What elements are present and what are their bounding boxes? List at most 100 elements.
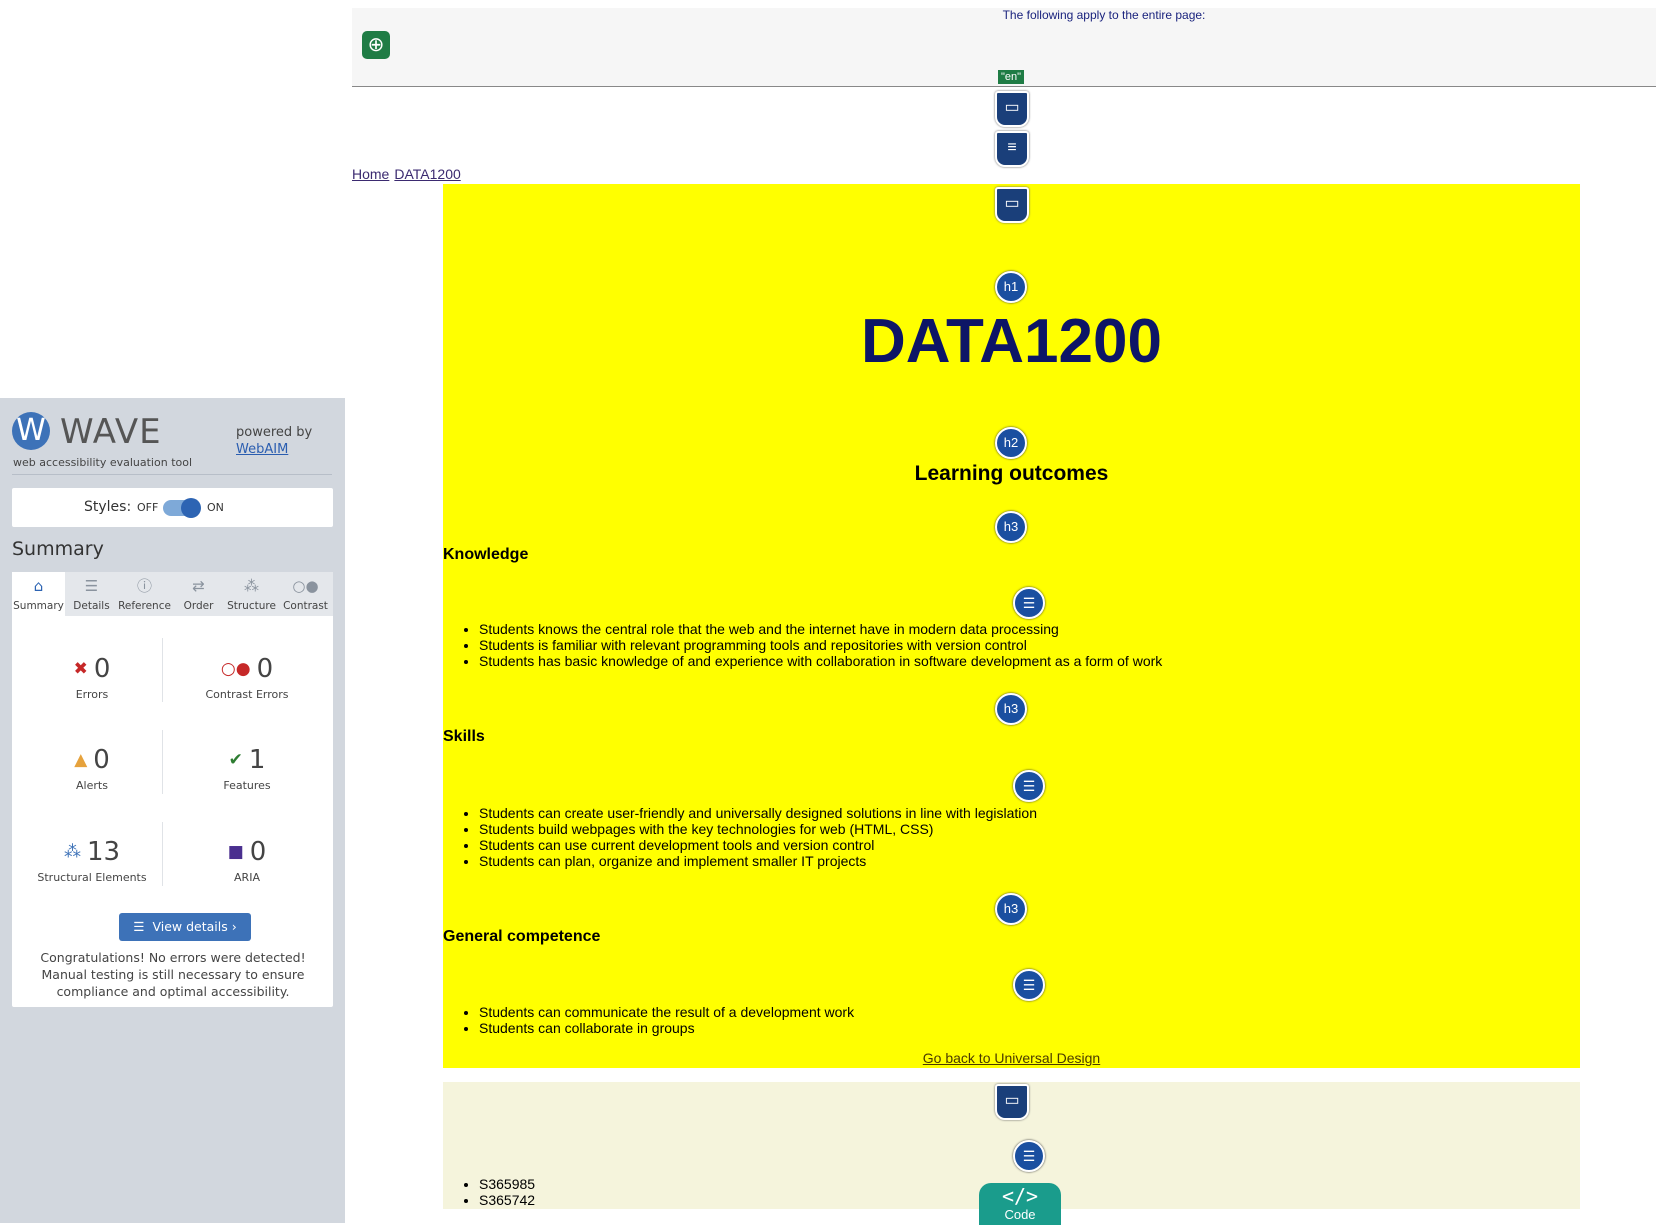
list-item: Students knows the central role that the…	[479, 621, 1162, 637]
code-button[interactable]: </> Code	[979, 1183, 1061, 1225]
breadcrumb-home-link[interactable]: Home	[352, 166, 389, 182]
alerts-label: Alerts	[76, 779, 108, 792]
list-item: Students is familiar with relevant progr…	[479, 637, 1162, 653]
view-details-label: View details ›	[152, 919, 237, 934]
structure-icon: ⁂	[63, 842, 81, 862]
tab-order[interactable]: ⇄ Order	[172, 572, 225, 616]
skills-heading: Skills	[443, 728, 485, 745]
general-competence-list: Students can communicate the result of a…	[460, 1004, 854, 1036]
order-icon: ⇄	[192, 577, 205, 595]
features-label: Features	[223, 779, 271, 792]
code-button-label: Code	[1004, 1207, 1036, 1222]
breadcrumb-current-link[interactable]: DATA1200	[394, 166, 460, 182]
back-to-universal-design-link[interactable]: Go back to Universal Design	[443, 1050, 1580, 1066]
aria-label: ARIA	[234, 871, 260, 884]
tab-label: Order	[183, 600, 214, 612]
tab-label: Contrast	[283, 600, 328, 612]
contrast-errors-label: Contrast Errors	[205, 688, 289, 701]
list-icon[interactable]: ☰	[1013, 1140, 1045, 1172]
alert-icon: ▲	[74, 750, 88, 770]
divider	[12, 474, 332, 475]
list-icon: ☰	[84, 577, 99, 595]
aria-cube-icon: ■	[227, 842, 244, 862]
alerts-count: 0	[93, 745, 110, 775]
styles-toggle-knob[interactable]	[181, 498, 201, 518]
contrast-error-icon: ○●	[220, 659, 251, 679]
list-icon[interactable]: ☰	[1013, 770, 1045, 802]
aria-stat: ■ 0 ARIA	[172, 837, 322, 884]
errors-label: Errors	[75, 688, 109, 701]
list-item: Students can create user-friendly and un…	[479, 805, 1037, 821]
webaim-link[interactable]: WebAIM	[236, 442, 288, 457]
tab-label: Details	[73, 600, 110, 612]
tab-bar: ⌂ Summary ☰ Details ⓘ Reference ⇄ Order …	[12, 572, 333, 616]
list-item: S365742	[479, 1192, 535, 1208]
tab-label: Summary	[13, 600, 64, 612]
summary-heading: Summary	[12, 538, 104, 560]
knowledge-list: Students knows the central role that the…	[460, 621, 1162, 669]
alerts-stat: ▲ 0 Alerts	[17, 745, 167, 792]
aria-count: 0	[249, 837, 267, 867]
footer-list: S365985 S365742	[460, 1176, 535, 1208]
features-count: 1	[248, 745, 266, 775]
feature-check-icon: ✔	[228, 750, 243, 770]
contrast-errors-count: 0	[256, 654, 274, 684]
tab-details[interactable]: ☰ Details	[65, 572, 118, 616]
list-icon[interactable]: ☰	[1013, 969, 1045, 1001]
list-item: Students build webpages with the key tec…	[479, 821, 1037, 837]
list-item: Students can communicate the result of a…	[479, 1004, 854, 1020]
skills-list: Students can create user-friendly and un…	[460, 805, 1037, 869]
h3-badge[interactable]: h3	[995, 511, 1027, 543]
section-heading: Learning outcomes	[914, 462, 1109, 485]
summary-panel: ⌂ Summary ☰ Details ⓘ Reference ⇄ Order …	[12, 572, 333, 1007]
contrast-icon: ○●	[292, 577, 319, 595]
wave-logo-text: WAVE	[60, 412, 162, 452]
wave-tagline: web accessibility evaluation tool	[13, 456, 193, 469]
contrast-errors-stat: ○● 0 Contrast Errors	[172, 654, 322, 701]
globe-icon[interactable]: ⊕	[362, 31, 390, 59]
list-item: Students can collaborate in groups	[479, 1020, 854, 1036]
divider	[162, 822, 163, 886]
structural-count: 13	[86, 837, 121, 867]
h3-badge[interactable]: h3	[995, 693, 1027, 725]
structural-stat: ⁂ 13 Structural Elements	[17, 837, 167, 884]
congrats-message: Congratulations! No errors were detected…	[40, 950, 306, 999]
tab-reference[interactable]: ⓘ Reference	[118, 572, 171, 616]
styles-toggle-box: Styles: OFF ON	[12, 488, 333, 527]
structure-icon: ⁂	[244, 577, 259, 595]
errors-count: 0	[93, 654, 111, 684]
tab-label: Reference	[118, 600, 171, 612]
errors-stat: ✖ 0 Errors	[17, 654, 167, 701]
error-icon: ✖	[73, 659, 88, 679]
header-region-icon[interactable]: ▭	[995, 91, 1029, 127]
page-level-note: The following apply to the entire page:	[1002, 8, 1206, 22]
page-title: DATA1200	[861, 307, 1162, 376]
code-icon: </>	[1001, 1184, 1039, 1208]
list-item: Students can use current development too…	[479, 837, 1037, 853]
tab-contrast[interactable]: ○● Contrast	[279, 572, 332, 616]
general-competence-heading: General competence	[443, 928, 601, 945]
view-details-button[interactable]: ☰ View details ›	[119, 913, 251, 941]
h2-badge[interactable]: h2	[995, 427, 1027, 459]
breadcrumb: Home DATA1200	[352, 166, 466, 182]
list-icon[interactable]: ☰	[1013, 587, 1045, 619]
tab-structure[interactable]: ⁂ Structure	[225, 572, 278, 616]
powered-by-label: powered by	[236, 425, 313, 440]
knowledge-heading: Knowledge	[443, 546, 529, 563]
divider	[162, 730, 163, 794]
navigation-region-icon[interactable]: ≡	[995, 131, 1029, 167]
tab-label: Structure	[227, 600, 276, 612]
h3-badge[interactable]: h3	[995, 893, 1027, 925]
language-badge[interactable]: "en"	[998, 70, 1025, 84]
wave-logo-icon: W	[12, 412, 50, 450]
divider	[162, 638, 163, 702]
main-region-icon[interactable]: ▭	[995, 187, 1029, 223]
structural-label: Structural Elements	[37, 871, 147, 884]
list-item: S365985	[479, 1176, 535, 1192]
footer-region-icon[interactable]: ▭	[995, 1084, 1029, 1120]
styles-label: Styles:	[84, 499, 132, 515]
features-stat: ✔ 1 Features	[172, 745, 322, 792]
home-icon: ⌂	[33, 577, 44, 595]
tab-summary[interactable]: ⌂ Summary	[12, 572, 65, 616]
h1-badge[interactable]: h1	[995, 271, 1027, 303]
